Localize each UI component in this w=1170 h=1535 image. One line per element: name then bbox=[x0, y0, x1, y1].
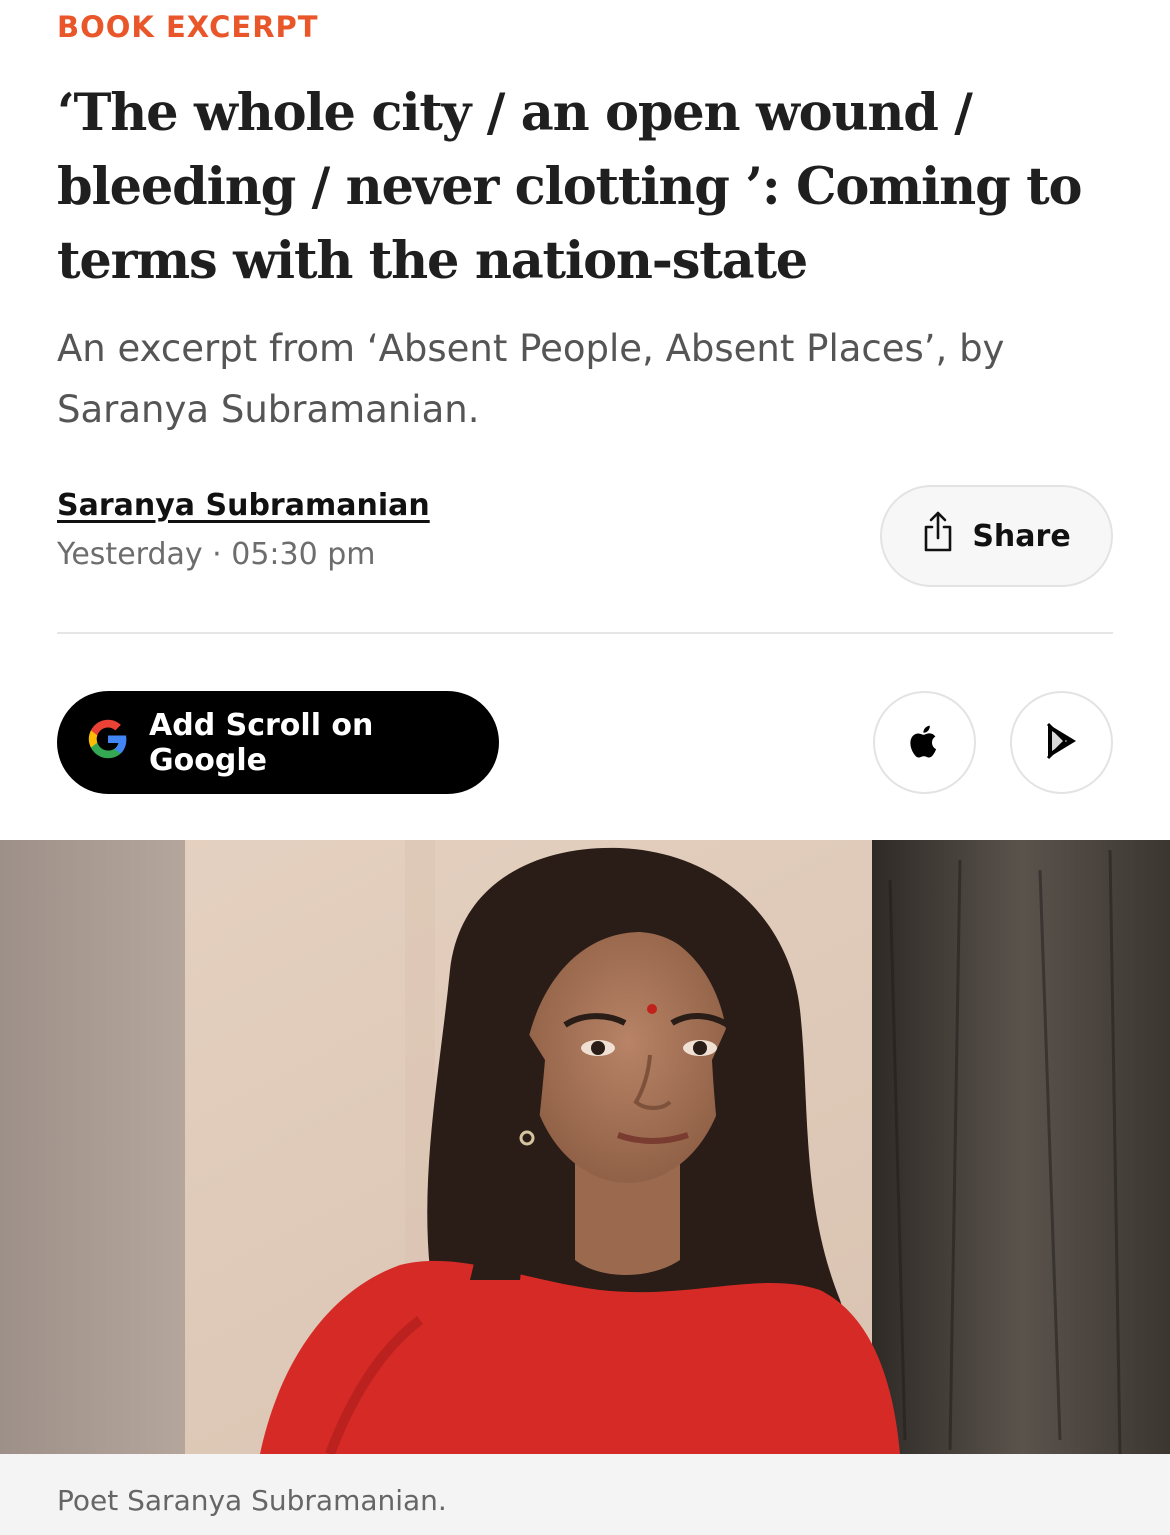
section-kicker[interactable]: BOOK EXCERPT bbox=[57, 10, 319, 44]
divider bbox=[57, 632, 1113, 634]
author-link[interactable]: Saranya Subramanian bbox=[57, 488, 430, 523]
share-label: Share bbox=[972, 518, 1071, 554]
google-play-button[interactable] bbox=[1010, 691, 1113, 794]
apple-icon bbox=[906, 721, 944, 765]
article-headline: ‘The whole city / an open wound / bleedi… bbox=[57, 83, 1082, 291]
photo-caption: Poet Saranya Subramanian. bbox=[57, 1484, 447, 1517]
google-play-icon bbox=[1043, 721, 1081, 765]
article-dek: An excerpt from ‘Absent People, Absent P… bbox=[57, 327, 1005, 431]
google-button-label: Add Scroll on Google bbox=[149, 707, 374, 778]
add-scroll-on-google-button[interactable]: Add Scroll on Google bbox=[57, 691, 499, 794]
apple-app-store-button[interactable] bbox=[873, 691, 976, 794]
article-photo bbox=[0, 840, 1170, 1454]
share-icon bbox=[922, 510, 954, 562]
google-g-icon bbox=[87, 718, 129, 768]
article-dateline: Yesterday · 05:30 pm bbox=[57, 537, 376, 572]
share-button[interactable]: Share bbox=[880, 485, 1113, 587]
